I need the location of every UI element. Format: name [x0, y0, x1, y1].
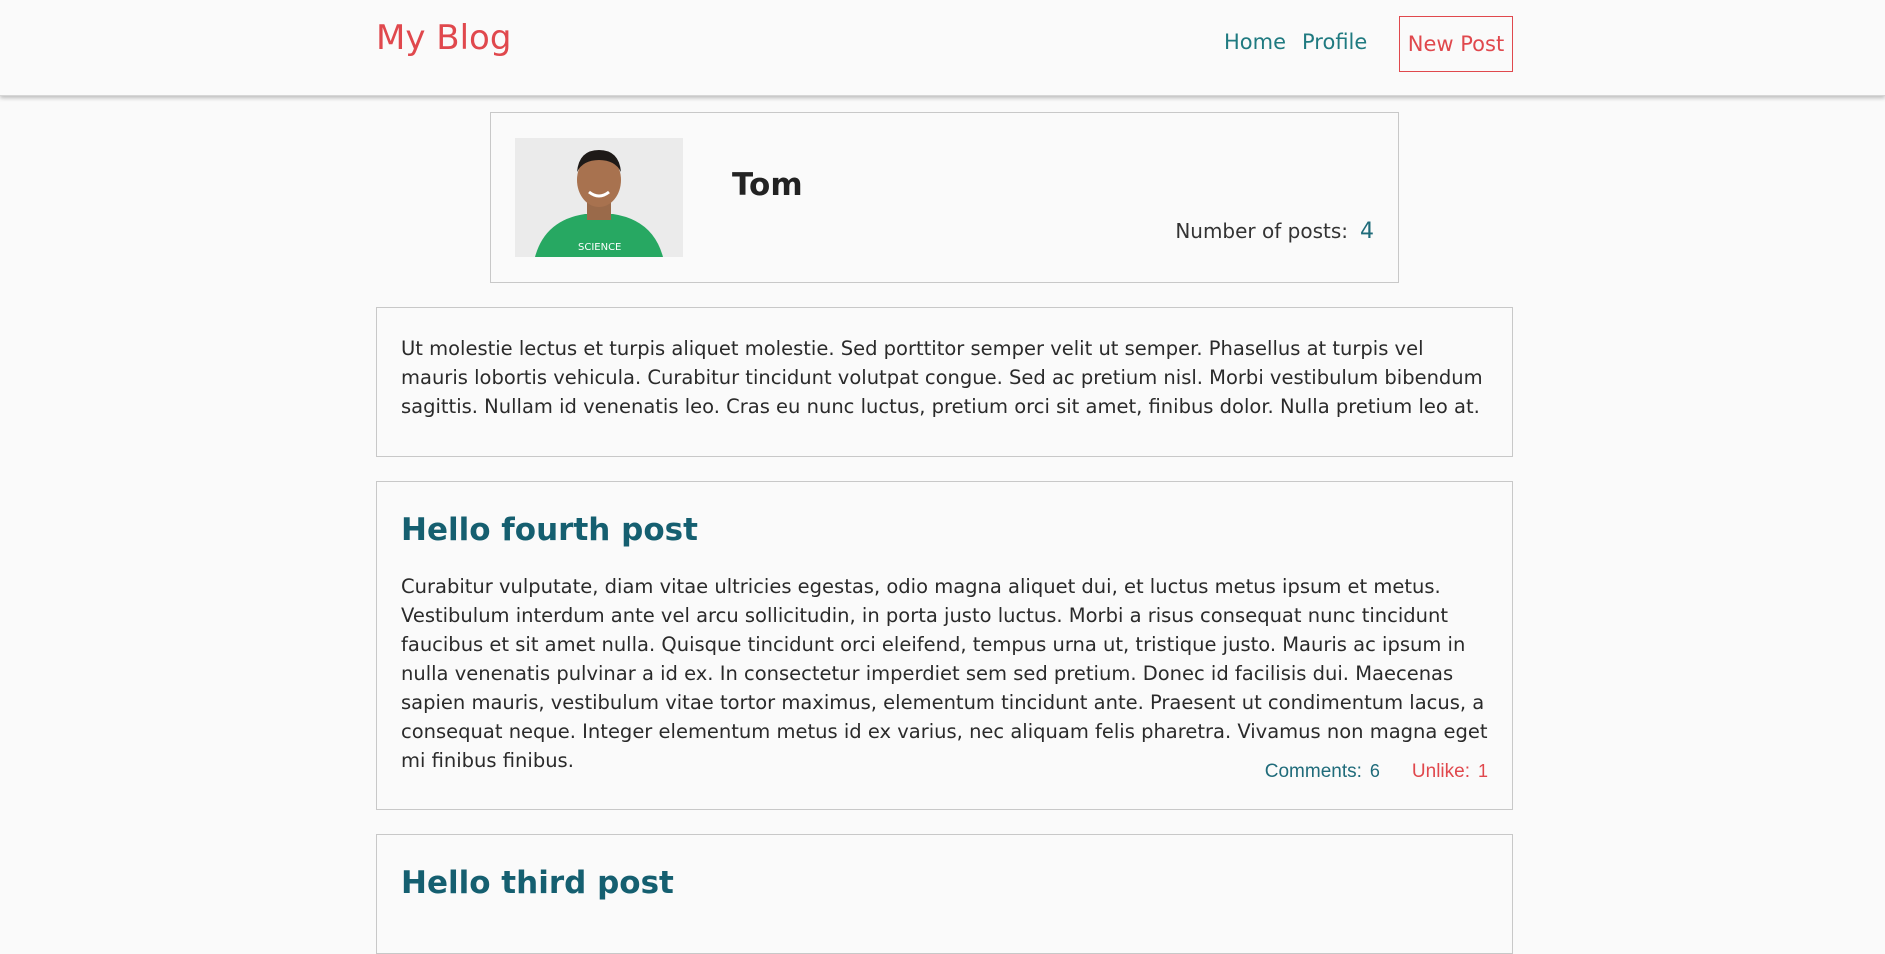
- new-post-button[interactable]: New Post: [1399, 16, 1513, 72]
- brand-logo-link[interactable]: My Blog: [376, 18, 511, 58]
- navbar: My Blog Home Profile New Post: [0, 0, 1885, 96]
- post-footer: Comments: 6 Unlike: 1: [1265, 761, 1488, 783]
- svg-text:SCIENCE: SCIENCE: [578, 242, 621, 253]
- post-count-value: 4: [1360, 219, 1374, 244]
- post-body: Curabitur vulputate, diam vitae ultricie…: [401, 575, 1488, 772]
- comments-link[interactable]: Comments: 6: [1265, 761, 1380, 783]
- bio-text: Ut molestie lectus et turpis aliquet mol…: [401, 337, 1483, 418]
- post-count-label: Number of posts:: [1175, 219, 1348, 243]
- nav-home-link[interactable]: Home: [1224, 30, 1286, 54]
- unlike-count: 1: [1477, 761, 1488, 781]
- post-title-link[interactable]: Hello third post: [401, 865, 1488, 901]
- comments-label: Comments:: [1264, 761, 1362, 782]
- post-card: Hello third post: [376, 834, 1513, 954]
- avatar: SCIENCE: [515, 138, 683, 257]
- unlike-label: Unlike:: [1411, 761, 1470, 782]
- avatar-photo: SCIENCE: [515, 138, 683, 257]
- comments-count: 6: [1369, 761, 1380, 781]
- profile-card: SCIENCE Tom Number of posts: 4: [490, 112, 1399, 283]
- post-title-link[interactable]: Hello fourth post: [401, 512, 1488, 548]
- post-card: Hello fourth post Curabitur vulputate, d…: [376, 481, 1513, 810]
- nav-profile-link[interactable]: Profile: [1302, 30, 1367, 54]
- profile-name: Tom: [732, 167, 803, 203]
- unlike-button[interactable]: Unlike: 1: [1412, 761, 1488, 783]
- bio-card: Ut molestie lectus et turpis aliquet mol…: [376, 307, 1513, 457]
- post-count: Number of posts: 4: [1175, 219, 1374, 244]
